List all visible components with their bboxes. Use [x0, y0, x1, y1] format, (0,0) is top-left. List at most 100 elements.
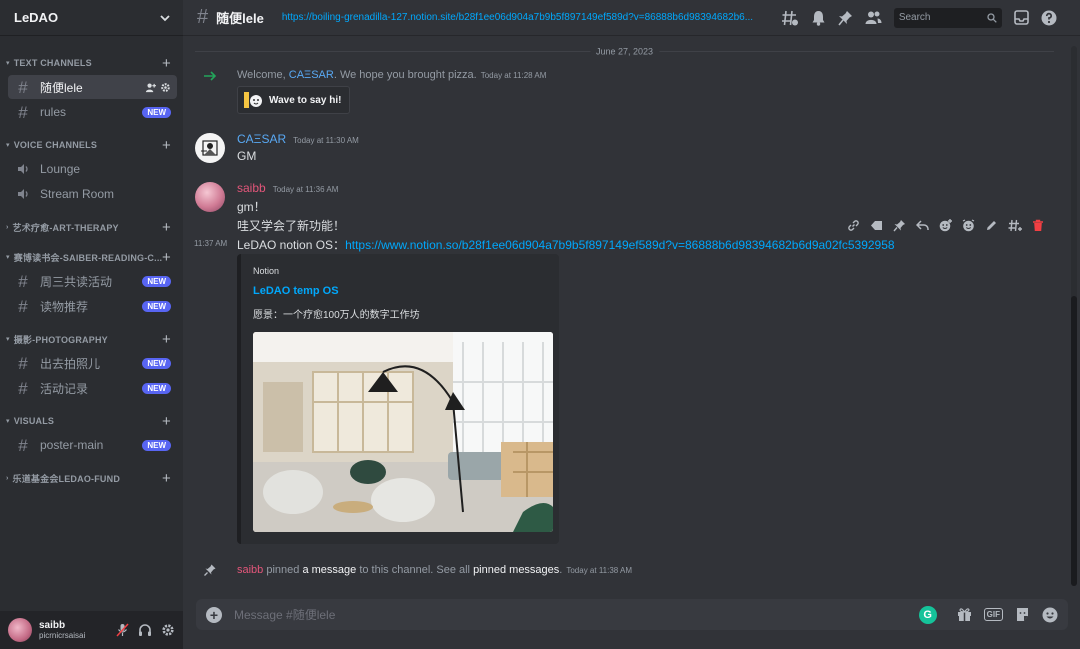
avatar[interactable] — [8, 618, 32, 642]
channel-duwu[interactable]: # 读物推荐 NEW — [8, 294, 177, 318]
gif-icon[interactable]: GIF — [983, 608, 1003, 621]
join-arrow-icon — [204, 71, 217, 81]
create-thread-icon[interactable] — [1008, 219, 1022, 232]
hash-icon: # — [18, 353, 28, 373]
super-reaction-icon[interactable] — [962, 219, 975, 232]
grammarly-icon[interactable]: G — [918, 605, 937, 624]
category-text-channels[interactable]: ▾ TEXT CHANNELS + — [0, 52, 183, 74]
hash-icon: # — [197, 6, 209, 28]
tag-icon[interactable] — [870, 219, 883, 232]
gear-icon[interactable] — [160, 82, 171, 93]
pinned-messages-link[interactable]: pinned messages — [473, 564, 559, 576]
caesar-avatar-art — [201, 140, 218, 156]
members-icon[interactable] — [865, 10, 882, 25]
wave-label: Wave to say hi! — [269, 94, 342, 106]
channel-lounge[interactable]: Lounge — [8, 157, 177, 181]
link-embed: Notion LeDAO temp OS 愿景：一个疗愈100万人的数字工作坊 — [237, 254, 559, 544]
welcome-prefix: Welcome, — [237, 69, 289, 81]
upload-plus-icon[interactable]: + — [206, 606, 222, 623]
message-timestamp: Today at 11:28 AM — [480, 71, 547, 80]
reply-icon[interactable] — [916, 219, 929, 232]
category-saiber-reading[interactable]: ▾ 赛博读书会-SAIBER-READING-C... + — [0, 246, 183, 268]
add-channel-icon[interactable]: + — [162, 220, 171, 235]
add-channel-icon[interactable]: + — [162, 471, 171, 486]
new-badge: NEW — [142, 275, 171, 287]
channel-topic-link[interactable]: https://boiling-grenadilla-127.notion.si… — [282, 12, 768, 23]
threads-icon[interactable] — [781, 10, 799, 26]
message-input[interactable] — [234, 607, 919, 622]
copy-link-icon[interactable] — [847, 219, 860, 232]
embed-image[interactable] — [253, 332, 553, 532]
channel-huodong[interactable]: # 活动记录 NEW — [8, 376, 177, 400]
channel-name: 周三共读活动 — [40, 274, 113, 289]
message-list: June 27, 2023 Welcome, CAΞSAR. We hope y… — [183, 36, 1080, 599]
category-label: VOICE CHANNELS — [13, 140, 98, 150]
wave-button[interactable]: Wave to say hi! — [237, 86, 351, 114]
pin-text: . — [559, 563, 563, 576]
emoji-icon[interactable] — [1042, 607, 1058, 623]
embed-title[interactable]: LeDAO temp OS — [253, 285, 339, 297]
bell-icon[interactable] — [811, 10, 826, 26]
add-channel-icon[interactable]: + — [162, 250, 171, 265]
inbox-icon[interactable] — [1014, 10, 1029, 25]
category-photography[interactable]: ▾ 摄影-PHOTOGRAPHY + — [0, 328, 183, 350]
gift-icon[interactable] — [957, 607, 972, 622]
pin-text: to this channel. See all — [356, 563, 474, 576]
embed-provider[interactable]: Notion — [253, 266, 279, 276]
pin-message-icon[interactable] — [893, 219, 906, 232]
pin-icon[interactable] — [838, 10, 853, 26]
avatar[interactable] — [195, 182, 225, 212]
user-name: saibb — [39, 619, 66, 631]
category-label: 乐道基金会LEDAO-FUND — [12, 473, 121, 484]
category-ledao-fund[interactable]: › 乐道基金会LEDAO-FUND + — [0, 467, 183, 489]
channel-name: 活动记录 — [40, 381, 89, 396]
add-channel-icon[interactable]: + — [162, 56, 171, 71]
welcome-username[interactable]: CAΞSAR — [289, 69, 334, 81]
channel-poster-main[interactable]: # poster-main NEW — [8, 433, 177, 457]
notion-link[interactable]: https://www.notion.so/b28f1ee06d904a7b9b… — [345, 238, 895, 252]
scrollbar-thumb[interactable] — [1071, 296, 1077, 586]
settings-gear-icon[interactable] — [161, 623, 175, 637]
sticker-icon[interactable] — [1015, 607, 1030, 622]
date-divider: June 27, 2023 — [195, 46, 1054, 57]
message-author[interactable]: saibb — [237, 181, 266, 195]
delete-trash-icon[interactable] — [1032, 219, 1044, 232]
edit-pencil-icon[interactable] — [985, 219, 998, 232]
category-voice-channels[interactable]: ▾ VOICE CHANNELS + — [0, 134, 183, 156]
channel-rules[interactable]: # rules NEW — [8, 100, 177, 124]
channel-zhousan[interactable]: # 周三共读活动 NEW — [8, 269, 177, 293]
category-label: VISUALS — [13, 416, 55, 426]
speaker-icon — [17, 164, 28, 174]
add-reaction-icon[interactable] — [939, 219, 952, 232]
add-channel-icon[interactable]: + — [162, 332, 171, 347]
channel-name: 出去拍照儿 — [40, 356, 101, 371]
search-input[interactable]: Search — [893, 7, 1002, 28]
add-channel-icon[interactable]: + — [162, 138, 171, 153]
channel-header: # 随便lele https://boiling-grenadilla-127.… — [183, 0, 1080, 36]
hash-icon: # — [18, 378, 28, 398]
headphones-icon[interactable] — [138, 623, 152, 637]
new-badge: NEW — [142, 382, 171, 394]
channel-chuqu[interactable]: # 出去拍照儿 NEW — [8, 351, 177, 375]
server-header[interactable]: LeDAO — [0, 0, 183, 36]
mute-mic-icon[interactable] — [116, 623, 129, 637]
interior-photo-illustration — [253, 332, 553, 532]
embed-description: 愿景：一个疗愈100万人的数字工作坊 — [253, 310, 420, 321]
avatar[interactable] — [195, 133, 225, 163]
chevron-down-icon[interactable] — [159, 12, 171, 24]
category-visuals[interactable]: ▾ VISUALS + — [0, 410, 183, 432]
add-channel-icon[interactable]: + — [162, 414, 171, 429]
caret-down-icon: ▾ — [6, 142, 10, 149]
invite-icon[interactable] — [145, 82, 156, 93]
help-icon[interactable] — [1041, 10, 1057, 26]
pinned-message-link[interactable]: a message — [302, 564, 356, 576]
category-art-therapy[interactable]: › 艺术疗愈-ART-THERAPY + — [0, 216, 183, 238]
channel-suibian[interactable]: # 随便lele — [8, 75, 177, 99]
search-placeholder: Search — [898, 12, 931, 23]
message-composer: + G GIF — [196, 599, 1068, 630]
message-author[interactable]: CAΞSAR — [237, 132, 286, 146]
message-timestamp: Today at 11:36 AM — [272, 185, 339, 194]
caret-down-icon: ▾ — [6, 418, 10, 425]
channel-stream-room[interactable]: Stream Room — [8, 182, 177, 206]
pin-author[interactable]: saibb — [237, 564, 263, 576]
